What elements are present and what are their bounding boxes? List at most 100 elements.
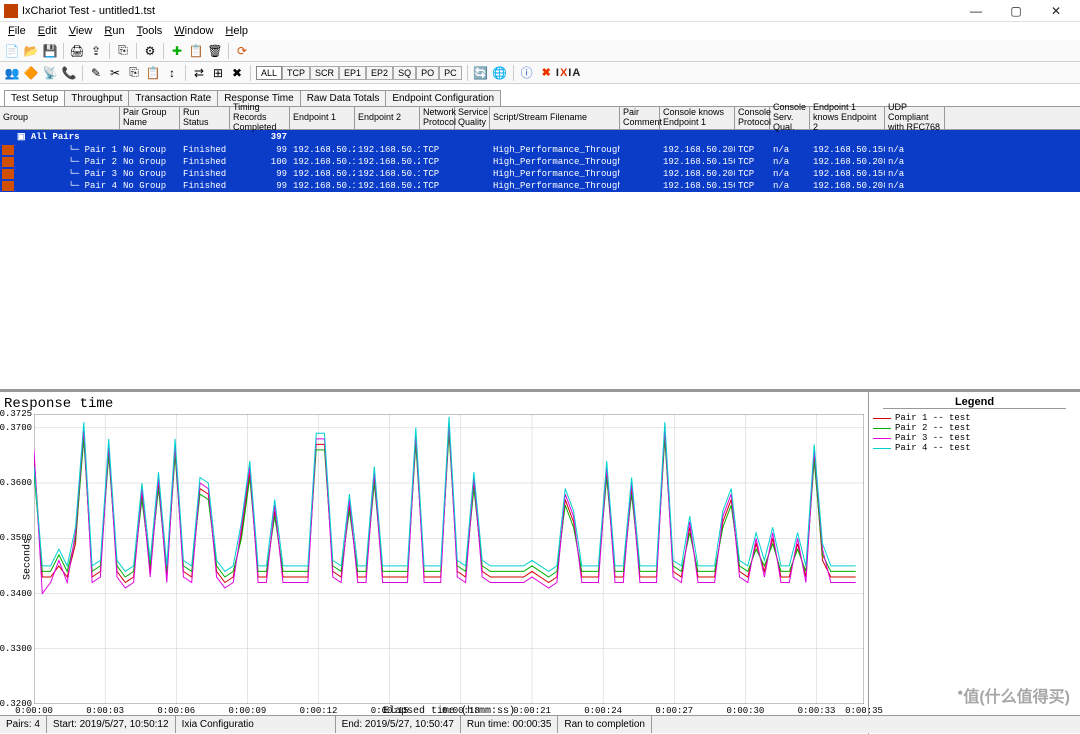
col-header[interactable]: Console Protocol [735,107,770,129]
filter-all[interactable]: ALL [256,66,282,80]
filter-ep1[interactable]: EP1 [339,66,366,80]
hw-pair-icon[interactable]: 🔶 [23,65,39,81]
table-row[interactable]: └─ Pair 3No GroupFinished99192.168.50.20… [0,168,1080,180]
app-icon [4,4,18,18]
filter-tcp[interactable]: TCP [282,66,310,80]
clear-icon[interactable]: 🗑 [207,43,223,59]
table-row[interactable]: └─ Pair 4No GroupFinished99192.168.50.15… [0,180,1080,192]
col-header[interactable]: Pair Group Name [120,107,180,129]
legend-item: Pair 2 -- test [873,423,1076,433]
tab-endpoint-configuration[interactable]: Endpoint Configuration [385,90,501,106]
tab-raw-data-totals[interactable]: Raw Data Totals [300,90,387,106]
menu-edit[interactable]: Edit [32,24,63,38]
window-title: IxChariot Test - untitled1.tst [22,5,155,17]
copy2-icon[interactable]: ⎘ [126,65,142,81]
col-header[interactable]: Timing Records Completed [230,107,290,129]
ixia-logo: ✖ IXIA [542,66,582,79]
col-header[interactable]: Endpoint 1 knows Endpoint 2 [810,107,885,129]
swap-icon[interactable]: ⇄ [191,65,207,81]
watermark: ●值(什么值得买) [957,683,1070,707]
y-tick: 0.3700 [0,423,32,433]
menu-view[interactable]: View [63,24,99,38]
y-tick: 0.3300 [0,644,32,654]
info-icon[interactable]: ⓘ [519,65,535,81]
filter-pc[interactable]: PC [439,66,462,80]
col-header[interactable]: Run Status [180,107,230,129]
table-row[interactable]: └─ Pair 2No GroupFinished100192.168.50.1… [0,156,1080,168]
menu-file[interactable]: File [2,24,32,38]
menubar: FileEditViewRunToolsWindowHelp [0,22,1080,40]
filter-ep2[interactable]: EP2 [366,66,393,80]
paste-icon[interactable]: 📋 [145,65,161,81]
save-icon[interactable]: 💾 [42,43,58,59]
report-icon[interactable]: 📋 [188,43,204,59]
options-icon[interactable]: ⚙ [142,43,158,59]
open-icon[interactable]: 📂 [23,43,39,59]
menu-tools[interactable]: Tools [131,24,169,38]
grid-body[interactable]: ▣ All Pairs397└─ Pair 1No GroupFinished9… [0,130,1080,390]
maximize-button[interactable]: ▢ [996,1,1036,21]
legend-item: Pair 3 -- test [873,433,1076,443]
new-icon[interactable]: 📄 [4,43,20,59]
close-button[interactable]: ✕ [1036,1,1076,21]
col-header[interactable]: Group [0,107,120,129]
tab-transaction-rate[interactable]: Transaction Rate [128,90,218,106]
mcast-icon[interactable]: 📡 [42,65,58,81]
status-end: End: 2019/5/27, 10:50:47 [336,716,461,733]
legend-item: Pair 1 -- test [873,413,1076,423]
replicate-icon[interactable]: ⊞ [210,65,226,81]
legend-title: Legend [883,396,1066,409]
ipv4-icon[interactable]: 🌐 [492,65,508,81]
col-header[interactable]: Network Protocol [420,107,455,129]
col-header[interactable]: Script/Stream Filename [490,107,620,129]
chart-ylabel: Seconds [23,538,34,580]
grid-header: GroupPair Group NameRun StatusTiming Rec… [0,106,1080,130]
y-tick: 0.3400 [0,589,32,599]
tab-throughput[interactable]: Throughput [64,90,129,106]
y-tick: 0.3600 [0,478,32,488]
status-config: Ixia Configuratio [176,716,336,733]
toolbar-2: 👥 🔶 📡 📞 ✎ ✂ ⎘ 📋 ↕ ⇄ ⊞ ✖ ALLTCPSCREP1EP2S… [0,62,1080,84]
y-tick: 0.3725 [0,409,32,419]
voip-icon[interactable]: 📞 [61,65,77,81]
col-header[interactable]: Console knows Endpoint 1 [660,107,735,129]
col-header[interactable]: Service Quality [455,107,490,129]
y-tick: 0.3500 [0,533,32,543]
col-header[interactable]: UDP Compliant with RFC768 [885,107,945,129]
status-result: Ran to completion [558,716,652,733]
delete-icon[interactable]: ✖ [229,65,245,81]
pair-icon[interactable]: 👥 [4,65,20,81]
filter-scr[interactable]: SCR [310,66,339,80]
col-header[interactable]: Endpoint 2 [355,107,420,129]
cut-icon[interactable]: ✂ [107,65,123,81]
export-icon[interactable]: ⇪ [88,43,104,59]
col-header[interactable]: Endpoint 1 [290,107,355,129]
tab-test-setup[interactable]: Test Setup [4,90,65,106]
legend-item: Pair 4 -- test [873,443,1076,453]
reorder-icon[interactable]: ↕ [164,65,180,81]
menu-window[interactable]: Window [168,24,219,38]
menu-run[interactable]: Run [98,24,130,38]
status-bar: Pairs: 4 Start: 2019/5/27, 10:50:12 Ixia… [0,715,1080,733]
chart-plot: Seconds 0.32000.33000.34000.35000.36000.… [34,414,864,704]
status-runtime: Run time: 00:00:35 [461,716,559,733]
chart-panel: Response time Seconds 0.32000.33000.3400… [0,392,868,734]
edit-pair-icon[interactable]: ✎ [88,65,104,81]
toolbar-1: 📄 📂 💾 🖨 ⇪ ⎘ ⚙ ✚ 📋 🗑 ⟳ [0,40,1080,62]
status-start: Start: 2019/5/27, 10:50:12 [47,716,176,733]
menu-help[interactable]: Help [219,24,254,38]
status-pairs: Pairs: 4 [0,716,47,733]
titlebar: IxChariot Test - untitled1.tst — ▢ ✕ [0,0,1080,22]
col-header[interactable]: Pair Comment [620,107,660,129]
print-icon[interactable]: 🖨 [69,43,85,59]
copy-icon[interactable]: ⎘ [115,43,131,59]
minimize-button[interactable]: — [956,1,996,21]
add-icon[interactable]: ✚ [169,43,185,59]
run-icon[interactable]: ⟳ [234,43,250,59]
chart-title: Response time [4,396,864,412]
poll-icon[interactable]: 🔄 [473,65,489,81]
table-row[interactable]: └─ Pair 1No GroupFinished99192.168.50.20… [0,144,1080,156]
filter-sq[interactable]: SQ [393,66,416,80]
col-header[interactable]: Console Serv. Qual. [770,107,810,129]
filter-po[interactable]: PO [416,66,439,80]
